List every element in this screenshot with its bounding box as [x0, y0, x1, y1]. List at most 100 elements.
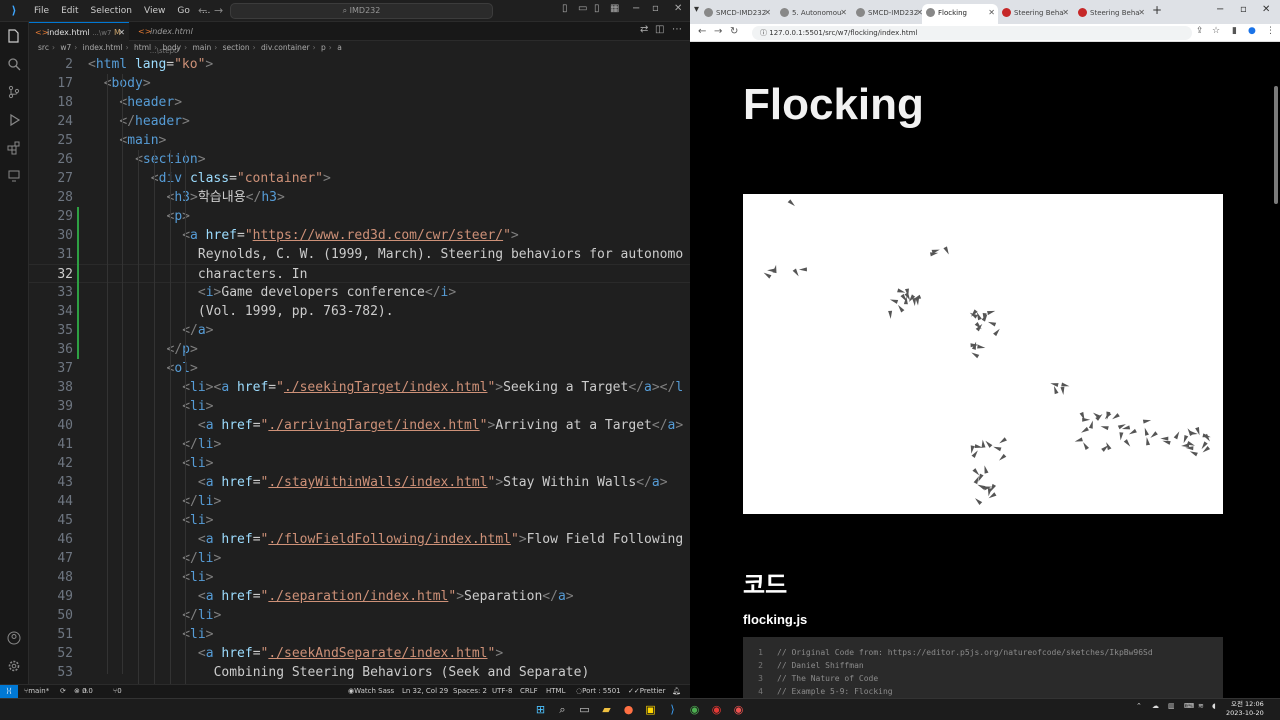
browser-tab[interactable]: SMCD-IMD232 ✕	[700, 4, 774, 24]
encoding[interactable]: UTF-8	[492, 685, 512, 698]
breadcrumb-item[interactable]: a	[337, 43, 342, 52]
code-line[interactable]: 30 <a href="https://www.red3d.com/cwr/ste…	[29, 226, 690, 245]
taskbar-search-icon[interactable]: ⌕	[554, 701, 571, 718]
account-icon[interactable]	[4, 628, 24, 648]
code-line[interactable]: 34 (Vol. 1999, pp. 763-782).	[29, 302, 690, 321]
browser-tab[interactable]: Steering Beha ✕	[998, 4, 1072, 24]
code-line[interactable]: 43 <a href="./stayWithinWalls/index.html"…	[29, 473, 690, 492]
menu-edit[interactable]: Edit	[55, 6, 84, 16]
prettier-status[interactable]: ✓✓ Prettier	[628, 685, 665, 698]
code-line[interactable]: 36 </p>	[29, 340, 690, 359]
code-line[interactable]: 2 <html lang="ko">	[29, 55, 690, 74]
code-line[interactable]: 24 </header>	[29, 112, 690, 131]
breadcrumb-item[interactable]: section	[223, 43, 250, 52]
browser-tab-active[interactable]: Flocking ✕	[922, 4, 998, 24]
code-line[interactable]: 41 </li>	[29, 435, 690, 454]
share-icon[interactable]: ⇪	[1196, 26, 1204, 36]
file-explorer-icon[interactable]: ▰	[598, 701, 615, 718]
cloud-icon[interactable]: ☁	[1152, 702, 1159, 710]
code-line[interactable]: 25 <main>	[29, 131, 690, 150]
maximize-icon[interactable]: ▫	[1240, 4, 1247, 15]
code-line[interactable]: 27 <div class="container">	[29, 169, 690, 188]
code-editor[interactable]: 2<html lang="ko">17<body>18<header>24</h…	[29, 55, 690, 684]
tab-index-w7[interactable]: <> index.html ...\w7 M ✕	[29, 22, 129, 41]
code-line[interactable]: 51 <li>	[29, 625, 690, 644]
tray-chevron-icon[interactable]: ⌃	[1136, 702, 1142, 710]
start-windows-icon[interactable]: ⊞	[532, 701, 549, 718]
minimize-icon[interactable]: −	[632, 3, 640, 14]
vscode-taskbar-icon[interactable]: ⟩	[664, 701, 681, 718]
bookmark-star-icon[interactable]: ☆	[1212, 26, 1220, 36]
remote-explorer-icon[interactable]	[4, 166, 24, 186]
breadcrumb-item[interactable]: src	[38, 43, 49, 52]
wifi-icon[interactable]: ≋	[1198, 702, 1204, 710]
code-line[interactable]: 28<h3>학습내용</h3>	[29, 188, 690, 207]
code-line[interactable]: 29<p>	[29, 207, 690, 226]
menu-view[interactable]: View	[138, 6, 171, 16]
page-scrollbar[interactable]	[1274, 86, 1278, 204]
menu-file[interactable]: File	[28, 6, 55, 16]
code-line[interactable]: 53 Combining Steering Behaviors (Seek and…	[29, 663, 690, 682]
sync-icon[interactable]: ⟳	[60, 685, 66, 698]
notifications-bell-icon[interactable]: 🔔︎	[672, 685, 681, 698]
code-line[interactable]: 48 <li>	[29, 568, 690, 587]
code-line[interactable]: 32 characters. In	[29, 264, 690, 283]
flocking-canvas[interactable]	[743, 194, 1223, 514]
language-mode[interactable]: HTML	[546, 685, 565, 698]
browser-menu-icon[interactable]: ⋮	[1266, 26, 1275, 36]
toggle-panel-icon[interactable]: ▭	[578, 3, 587, 14]
source-control-icon[interactable]	[4, 82, 24, 102]
breadcrumb-item[interactable]: div.container	[261, 43, 310, 52]
open-changes-icon[interactable]: ⇄	[640, 24, 648, 35]
tab-index-step0[interactable]: <> index.html ...\step0	[132, 22, 222, 55]
browser-tab[interactable]: SMCD-IMD232 ✕	[852, 4, 926, 24]
reload-icon[interactable]: ↻	[730, 26, 738, 37]
close-tab-icon[interactable]: ✕	[1062, 4, 1069, 22]
close-tab-icon[interactable]: ✕	[764, 4, 771, 22]
extensions-icon[interactable]	[4, 138, 24, 158]
toggle-sidebar-icon[interactable]: ▯	[562, 3, 568, 14]
run-debug-icon[interactable]	[4, 110, 24, 130]
code-line[interactable]: 45 <li>	[29, 511, 690, 530]
url-bar[interactable]: ⓘ 127.0.0.1:5501/src/w7/flocking/index.h…	[752, 26, 1192, 40]
browser-tab[interactable]: Steering Beha ✕	[1074, 4, 1148, 24]
code-line[interactable]: 44 </li>	[29, 492, 690, 511]
system-clock[interactable]: 오전 12:06 2023-10-20	[1226, 700, 1264, 718]
code-line[interactable]: 31 Reynolds, C. W. (1999, March). Steerin…	[29, 245, 690, 264]
menu-go[interactable]: Go	[171, 6, 195, 16]
close-tab-icon[interactable]: ✕	[1138, 4, 1145, 22]
close-tab-icon[interactable]: ✕	[840, 4, 847, 22]
toggle-secondary-sidebar-icon[interactable]: ▯	[594, 3, 600, 14]
settings-gear-icon[interactable]	[4, 656, 24, 676]
task-view-icon[interactable]: ▭	[576, 701, 593, 718]
keyboard-icon[interactable]: ⌨	[1184, 702, 1194, 710]
forward-arrow-icon[interactable]: →	[214, 4, 223, 17]
code-line[interactable]: 37 <ol>	[29, 359, 690, 378]
code-line[interactable]: 38<li><a href="./seekingTarget/index.htm…	[29, 378, 690, 397]
tab-search-icon[interactable]: ▾	[694, 4, 699, 15]
code-line[interactable]: 33 <i>Game developers conference</i>	[29, 283, 690, 302]
new-tab-plus-icon[interactable]: +	[1152, 3, 1162, 17]
split-editor-icon[interactable]: ◫	[655, 24, 664, 35]
explorer-icon[interactable]	[4, 26, 24, 46]
problems-status[interactable]: ⊗ 0 ⚠ 0	[74, 685, 93, 698]
live-server-port[interactable]: ◌ Port : 5501	[576, 685, 621, 698]
code-line[interactable]: 50 </li>	[29, 606, 690, 625]
menu-selection[interactable]: Selection	[85, 6, 138, 16]
code-line[interactable]: 52 <a href="./seekAndSeparate/index.html"…	[29, 644, 690, 663]
sidebar-icon[interactable]: ▮	[1232, 26, 1237, 36]
breadcrumb-item[interactable]: html	[134, 43, 151, 52]
code-line[interactable]: 47 </li>	[29, 549, 690, 568]
command-center-search[interactable]: ⌕ IMD232	[230, 3, 493, 19]
close-window-icon[interactable]: ✕	[674, 3, 682, 14]
code-line[interactable]: 26<section>	[29, 150, 690, 169]
close-window-icon[interactable]: ✕	[1262, 4, 1270, 15]
code-line[interactable]: 18 <header>	[29, 93, 690, 112]
back-arrow-icon[interactable]: ←	[698, 26, 706, 37]
breadcrumb-item[interactable]: w7	[60, 43, 71, 52]
cursor-position[interactable]: Ln 32, Col 29	[402, 685, 448, 698]
code-line[interactable]: 40 <a href="./arrivingTarget/index.html">…	[29, 416, 690, 435]
browser-tab[interactable]: 5. Autonomou ✕	[776, 4, 850, 24]
firefox-icon[interactable]: ●	[620, 701, 637, 718]
breadcrumb-item[interactable]: main	[192, 43, 211, 52]
